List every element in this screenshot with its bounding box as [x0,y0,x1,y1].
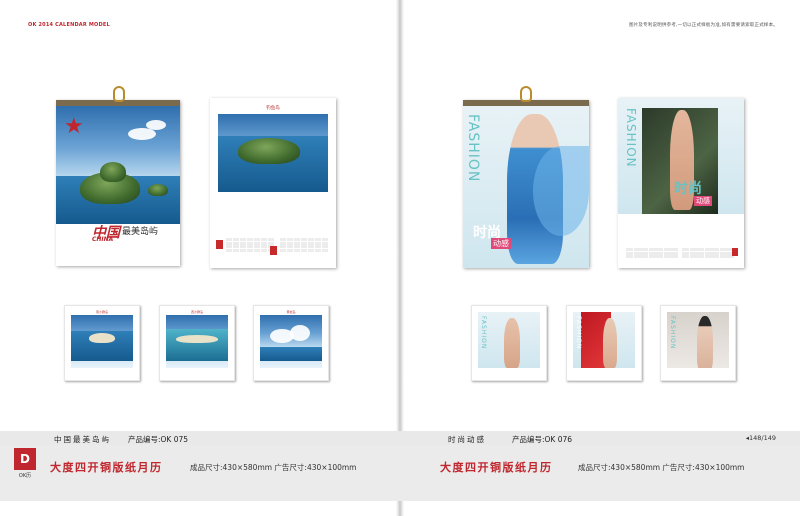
right-product-name: 时尚动感 [448,435,486,444]
model-figure [603,318,617,368]
fashion-vertical-logo: FASHION [669,316,676,350]
island-shape [148,184,168,196]
left-wall-calendar[interactable]: ★ CHINA 中国 最美岛屿 [56,100,180,266]
right-thumb-2[interactable]: FASHION [566,305,642,381]
left-spec: 成品尺寸:430×580mm 广告尺寸:430×100mm [190,463,357,472]
brand-logo-sub: OK历 [18,473,32,479]
right-spec: 成品尺寸:430×580mm 广告尺寸:430×100mm [578,463,745,472]
right-page-calendar[interactable]: FASHION 时尚 动感 [618,98,744,268]
calendar-month-grid [626,248,678,258]
island-shape [176,335,218,343]
calendar-seal-icon [216,240,223,249]
footer-name-band [0,431,800,445]
left-page-calendar[interactable]: 钓鱼岛 [210,98,336,268]
catalog-header-note: 图片及专利说明供参考,一切以正式样板为准,如有需要请索取正式样本。 [629,23,778,28]
left-thumb-3[interactable]: 黄岩岛 [253,305,329,381]
left-product-name: 中国最美岛屿 [54,435,111,444]
right-big-title: 大度四开铜版纸月历 [440,461,553,474]
thumb-caption: 南沙群岛 [95,310,108,314]
calendar-seal-icon [732,248,738,256]
cloud-shape [290,325,310,341]
left-thumb-2[interactable]: 西沙群岛 [159,305,235,381]
page-calendar-caption: 钓鱼岛 [266,106,280,111]
fabric-swirl [533,146,589,236]
brand-logo-icon: D [14,448,36,470]
model-figure [504,318,520,368]
thumb-photo [71,315,133,368]
sea-shape [260,347,322,361]
island-shape [100,162,126,182]
island-shape [89,333,115,343]
thumb-photo: FASHION [478,312,540,368]
page-number: ◂148/149 [745,434,776,442]
star-badge-icon: ★ [64,114,84,139]
island-shape [238,138,300,164]
fashion-cn-sub: 动感 [694,196,712,206]
fashion-vertical-logo: FASHION [624,108,638,168]
fashion-vertical-logo: FASHION [575,316,582,350]
fashion-cn-title: 时尚 [674,181,702,197]
wall-calendar-photo: ★ [56,106,180,224]
wall-calendar-title-cn2: 最美岛屿 [122,227,159,237]
model-figure [697,316,713,368]
right-thumb-3[interactable]: FASHION [660,305,736,381]
thumb-photo: FASHION [667,312,729,368]
sea-shape [166,329,228,361]
calendar-seal-icon [270,246,277,255]
left-big-title: 大度四开铜版纸月历 [50,461,163,474]
fashion-cn-sub: 动感 [491,238,511,249]
hanging-ring-icon [113,86,125,102]
calendar-month-grid [280,238,328,252]
thumb-caption: 黄岩岛 [286,310,296,314]
page-calendar-photo [218,114,328,192]
thumb-photo: FASHION [573,312,635,368]
right-product-code: 产品编号:OK 076 [512,435,573,444]
right-thumb-1[interactable]: FASHION [471,305,547,381]
catalog-header-label: OK 2014 CALENDAR MODEL [28,22,110,28]
thumb-photo [166,315,228,368]
calendar-month-grid [682,248,734,258]
left-thumb-1[interactable]: 南沙群岛 [64,305,140,381]
hanging-ring-icon [520,86,532,102]
left-product-code: 产品编号:OK 075 [128,435,189,444]
cloud-shape [146,120,166,130]
calendar-month-grid [226,238,274,252]
fashion-vertical-logo: FASHION [480,316,487,350]
wall-calendar-title-cn: 中国 [92,225,120,241]
thumb-photo [260,315,322,368]
cloud-shape [128,128,156,140]
right-wall-calendar[interactable]: FASHION 时尚 动感 [463,100,589,268]
wall-calendar-photo [463,106,589,268]
thumb-caption: 西沙群岛 [190,310,203,314]
fashion-vertical-logo: FASHION [465,114,481,183]
